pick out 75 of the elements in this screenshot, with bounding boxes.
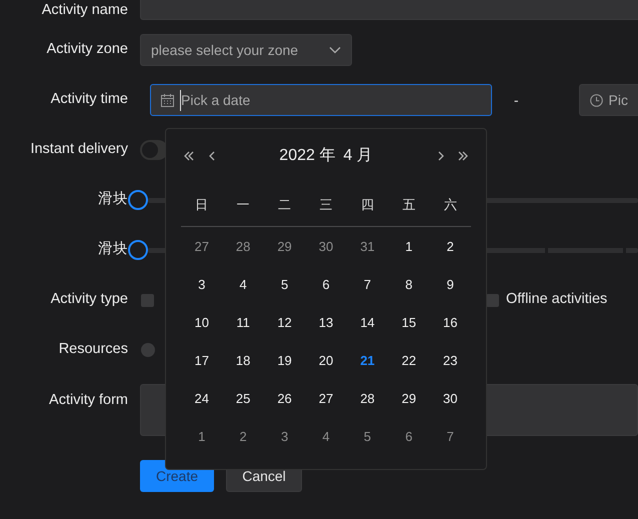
day-cell[interactable]: 10 <box>191 313 212 332</box>
day-cell[interactable]: 20 <box>316 351 336 370</box>
field-label: Activity type <box>50 290 128 310</box>
day-cell[interactable]: 28 <box>357 389 378 408</box>
day-cell[interactable]: 28 <box>232 237 254 256</box>
year-label[interactable]: 2022 年 <box>279 147 336 164</box>
day-cell[interactable]: 11 <box>233 313 253 332</box>
day-cell[interactable]: 27 <box>191 237 212 256</box>
day-cell[interactable]: 4 <box>319 427 333 446</box>
day-cell[interactable]: 1 <box>195 427 208 446</box>
day-cell[interactable]: 6 <box>402 427 416 446</box>
day-cell[interactable]: 5 <box>360 427 374 446</box>
day-cell[interactable]: 30 <box>440 389 460 408</box>
weekday-label: 四 <box>360 196 375 214</box>
field-label: Activity form <box>48 391 128 410</box>
day-cell[interactable]: 3 <box>195 275 208 294</box>
calendar-icon <box>161 94 174 106</box>
checkbox-label: Offline activities <box>506 290 608 310</box>
slider-thumb[interactable] <box>128 240 148 260</box>
day-cell[interactable]: 21 <box>357 351 378 370</box>
month-label[interactable]: 4 月 <box>343 147 373 164</box>
checkbox[interactable] <box>141 294 154 306</box>
field-label: Activity time <box>50 90 128 110</box>
day-cell[interactable]: 7 <box>444 427 457 446</box>
checkbox[interactable] <box>486 294 499 306</box>
date-field[interactable]: Pick a date <box>150 84 492 116</box>
day-cell[interactable]: 2 <box>236 427 250 446</box>
slider-thumb[interactable] <box>128 190 148 210</box>
day-cell[interactable]: 19 <box>274 351 295 370</box>
day-cell[interactable]: 8 <box>402 275 416 294</box>
chevron-down-icon <box>329 46 341 54</box>
day-cell[interactable]: 14 <box>357 313 378 332</box>
range-separator: - <box>514 90 519 110</box>
day-cell[interactable]: 17 <box>191 351 212 370</box>
day-cell[interactable]: 26 <box>274 389 295 408</box>
day-cell[interactable]: 15 <box>398 313 420 332</box>
day-cell[interactable]: 7 <box>360 275 374 294</box>
day-cell[interactable]: 13 <box>316 313 336 332</box>
day-cell[interactable]: 2 <box>444 237 457 256</box>
day-cell[interactable]: 25 <box>232 389 254 408</box>
weekday-label: 二 <box>277 196 292 214</box>
day-cell[interactable]: 29 <box>274 237 295 256</box>
time-field[interactable]: Pic <box>578 84 638 116</box>
weekday-label: 六 <box>442 196 458 214</box>
day-cell[interactable]: 18 <box>232 351 254 370</box>
day-cell[interactable]: 23 <box>440 351 460 370</box>
field-label: 滑块 <box>97 240 128 260</box>
day-cell[interactable]: 22 <box>398 351 420 370</box>
double-right-icon[interactable] <box>456 149 470 163</box>
double-left-icon[interactable] <box>182 149 196 163</box>
day-cell[interactable]: 4 <box>236 275 250 294</box>
day-cell[interactable]: 16 <box>440 313 460 332</box>
weekday-label: 一 <box>236 196 251 214</box>
day-cell[interactable]: 9 <box>444 275 457 294</box>
day-cell[interactable]: 29 <box>398 389 420 408</box>
weekday-label: 三 <box>318 196 334 214</box>
day-cell[interactable]: 12 <box>274 313 295 332</box>
select-field[interactable]: please select your zone <box>140 34 352 66</box>
day-cell[interactable]: 30 <box>316 237 336 256</box>
day-cell[interactable]: 24 <box>191 389 212 408</box>
field-label: 滑块 <box>97 190 128 210</box>
weekday-label: 五 <box>401 196 416 214</box>
day-cell[interactable]: 6 <box>319 275 333 294</box>
day-cell[interactable]: 1 <box>402 237 416 256</box>
clock-icon <box>590 94 603 106</box>
field-label: Instant delivery <box>29 140 128 160</box>
day-cell[interactable]: 3 <box>278 427 292 446</box>
field-label: Activity name <box>40 1 128 20</box>
weekday-label: 日 <box>194 196 210 214</box>
day-cell[interactable]: 5 <box>278 275 292 294</box>
field-label: Activity zone <box>46 40 128 60</box>
day-cell[interactable]: 31 <box>357 237 378 256</box>
day-cell[interactable]: 27 <box>316 389 336 408</box>
field-label: Resources <box>58 340 128 360</box>
radio-button[interactable] <box>141 343 155 357</box>
